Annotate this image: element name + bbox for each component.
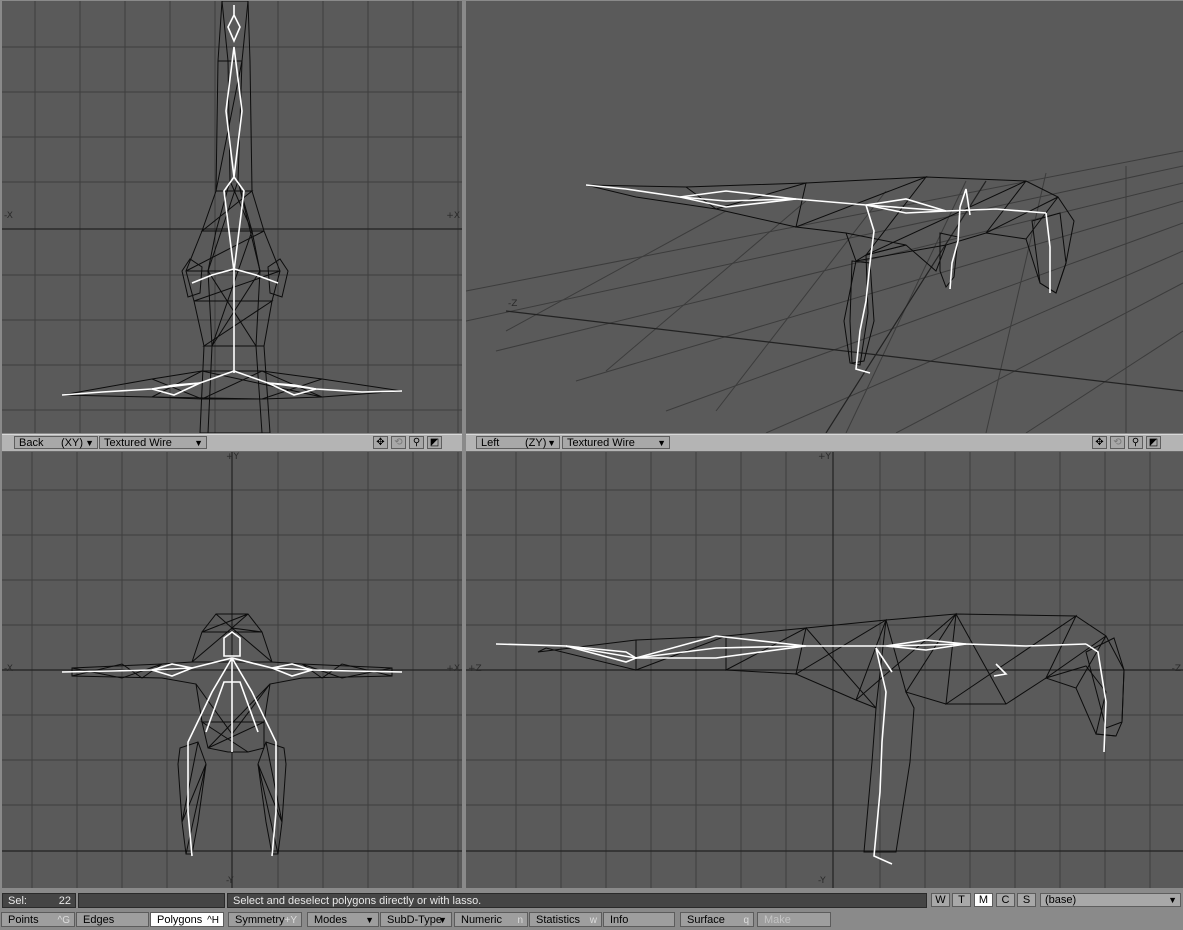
axis-label-right: -Z: [1171, 664, 1181, 674]
view-name-label: Back: [19, 437, 44, 449]
polygons-mode-button[interactable]: Polygons ^H: [150, 912, 224, 927]
wireframe-side-view: [466, 452, 1183, 888]
layer-button-t[interactable]: T: [952, 893, 971, 907]
polygons-label: Polygons: [157, 914, 203, 926]
move-icon[interactable]: ✥: [1092, 436, 1107, 449]
wireframe-back-view: [2, 452, 462, 888]
status-message: Select and deselect polygons directly or…: [227, 893, 927, 908]
edges-mode-button[interactable]: Edges: [76, 912, 149, 927]
polygons-shortcut: ^H: [207, 915, 219, 926]
subd-type-label: SubD-Type: [387, 914, 443, 926]
points-shortcut: ^G: [57, 915, 70, 926]
axis-label-bottom: -Y: [226, 876, 234, 886]
surface-label: Surface: [687, 914, 725, 926]
subd-type-dropdown[interactable]: SubD-Type ▼: [380, 912, 452, 927]
render-mode-label: Textured Wire: [567, 437, 635, 449]
dropdown-arrow-icon: ▼: [194, 438, 203, 448]
mode-toolbar: Points ^G Edges Polygons ^H Symmetry +Y …: [0, 911, 1183, 930]
status-spacer: [78, 893, 225, 908]
wireframe-top-view: [2, 1, 462, 433]
maximize-icon[interactable]: ◩: [427, 436, 442, 449]
axis-label-right: +X: [446, 211, 460, 221]
move-icon[interactable]: ✥: [373, 436, 388, 449]
points-mode-button[interactable]: Points ^G: [1, 912, 75, 927]
numeric-button[interactable]: Numeric n: [454, 912, 528, 927]
statistics-button[interactable]: Statistics w: [529, 912, 602, 927]
wireframe-perspective-view: [466, 150, 1183, 433]
make-label: Make: [764, 914, 791, 926]
view-axis-label: (ZY): [525, 437, 547, 449]
zoom-icon[interactable]: ⚲: [1128, 436, 1143, 449]
statistics-label: Statistics: [536, 914, 581, 926]
axis-label-top: +Y: [818, 452, 832, 462]
surface-shortcut: q: [743, 915, 749, 926]
axis-label-right: +X: [446, 664, 460, 674]
selection-count-field: Sel: 22: [2, 893, 76, 908]
axis-label-left: -X: [4, 211, 13, 221]
edges-label: Edges: [83, 914, 115, 926]
render-mode-dropdown[interactable]: Textured Wire ▼: [99, 436, 207, 449]
statistics-shortcut: w: [589, 915, 597, 926]
dropdown-arrow-icon: ▼: [85, 438, 94, 448]
axis-label-left: +Z: [468, 664, 482, 674]
numeric-label: Numeric: [461, 914, 502, 926]
dropdown-arrow-icon: ▼: [1168, 895, 1177, 905]
zoom-icon[interactable]: ⚲: [409, 436, 424, 449]
dropdown-arrow-icon: ▼: [547, 438, 556, 448]
selection-label: Sel:: [8, 895, 27, 907]
viewport-top-right[interactable]: -Z: [466, 1, 1183, 433]
viewport-header-bottom-right: Left (ZY) ▼ Textured Wire ▼ ✥ ⟲ ⚲ ◩: [466, 434, 1183, 452]
selection-count: 22: [58, 895, 71, 907]
axis-label-left: -Z: [508, 299, 518, 309]
status-bar: Sel: 22 Select and deselect polygons dir…: [0, 892, 1183, 909]
view-name-label: Left: [481, 437, 500, 449]
axis-label-top: +Y: [226, 452, 240, 462]
dropdown-arrow-icon: ▼: [365, 915, 374, 925]
modes-dropdown[interactable]: Modes ▼: [307, 912, 379, 927]
layer-button-m[interactable]: M: [974, 893, 993, 907]
axis-label-bottom: -Y: [818, 876, 826, 886]
render-mode-label: Textured Wire: [104, 437, 172, 449]
layer-button-c[interactable]: C: [996, 893, 1015, 907]
dropdown-arrow-icon: ▼: [657, 438, 666, 448]
viewport-bottom-right[interactable]: +Y -Y +Z -Z: [466, 452, 1183, 888]
dropdown-arrow-icon: ▼: [438, 915, 447, 925]
surface-button[interactable]: Surface q: [680, 912, 754, 927]
maximize-icon[interactable]: ◩: [1146, 436, 1161, 449]
modes-label: Modes: [314, 914, 348, 926]
rotate-icon[interactable]: ⟲: [391, 436, 406, 449]
view-name-button[interactable]: Left (ZY) ▼: [476, 436, 560, 449]
viewport-top-left[interactable]: -X +X: [2, 1, 462, 433]
numeric-shortcut: n: [517, 915, 523, 926]
axis-label-left: -X: [4, 664, 13, 674]
view-axis-label: (XY): [61, 437, 83, 449]
layer-button-w[interactable]: W: [931, 893, 950, 907]
viewport-bottom-left[interactable]: +Y -Y -X +X: [2, 452, 462, 888]
surface-name: (base): [1045, 894, 1077, 906]
symmetry-label: Symmetry: [235, 914, 285, 926]
surface-dropdown[interactable]: (base) ▼: [1040, 893, 1181, 907]
make-button[interactable]: Make: [757, 912, 831, 927]
points-label: Points: [8, 914, 39, 926]
render-mode-dropdown[interactable]: Textured Wire ▼: [562, 436, 670, 449]
symmetry-shortcut: +Y: [284, 915, 297, 926]
layer-button-s[interactable]: S: [1017, 893, 1036, 907]
rotate-icon[interactable]: ⟲: [1110, 436, 1125, 449]
info-label: Info: [610, 914, 629, 926]
view-name-button[interactable]: Back (XY) ▼: [14, 436, 98, 449]
viewport-header-bottom-left: Back (XY) ▼ Textured Wire ▼ ✥ ⟲ ⚲ ◩: [2, 434, 462, 452]
info-button[interactable]: Info: [603, 912, 675, 927]
symmetry-button[interactable]: Symmetry +Y: [228, 912, 302, 927]
